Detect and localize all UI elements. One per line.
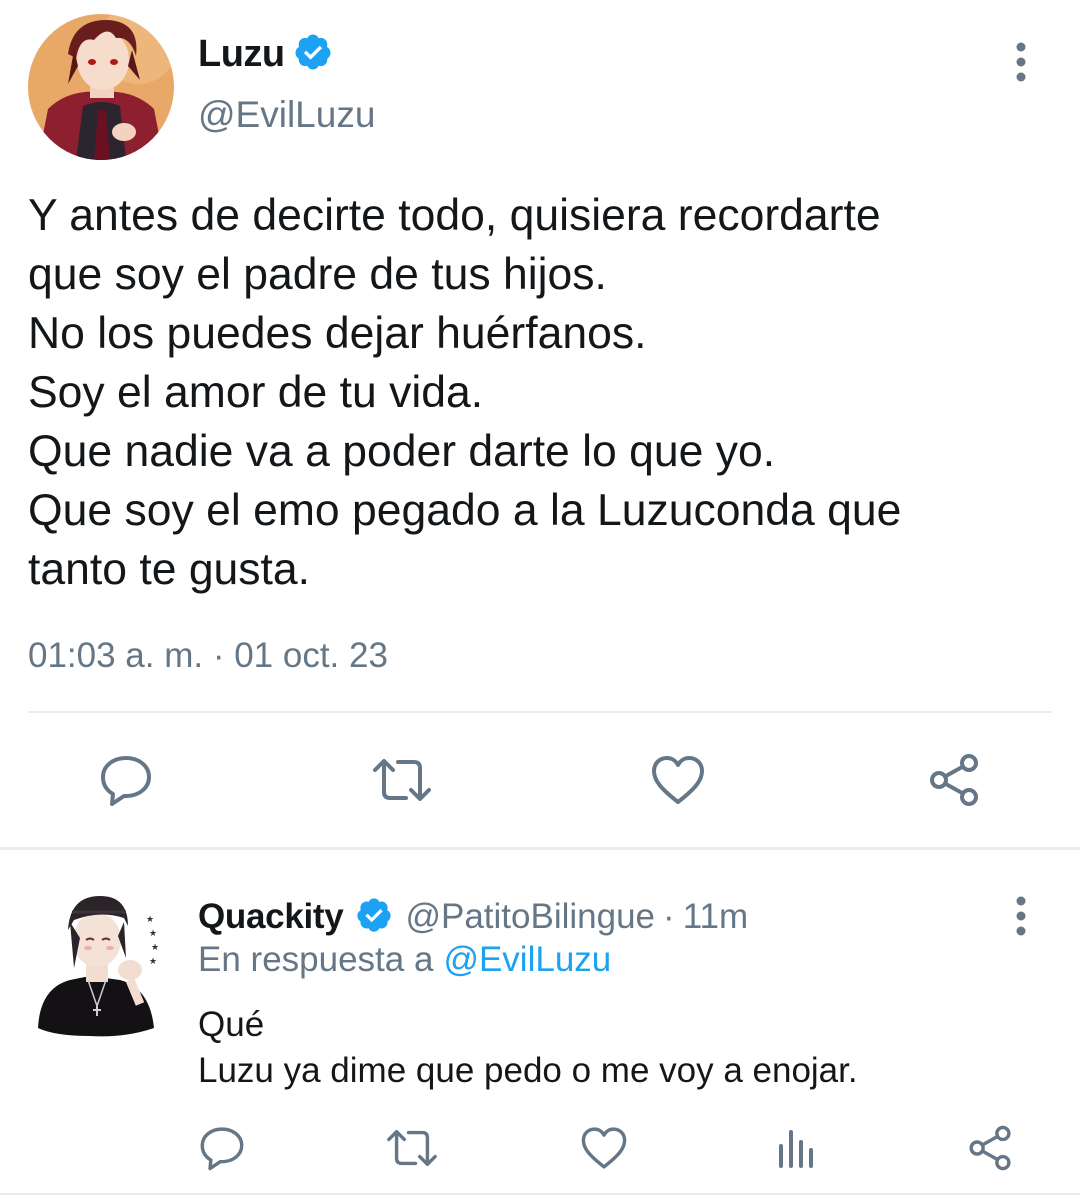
like-icon[interactable] [580, 1124, 628, 1172]
tweet-text-line: Que nadie va a poder darte lo que yo. [28, 427, 776, 476]
svg-text:★: ★ [151, 943, 159, 953]
author-display-name[interactable]: Luzu [198, 33, 285, 76]
reply-time[interactable]: 11m [683, 897, 749, 937]
reply-text: Qué Luzu ya dime que pedo o me voy a eno… [198, 1002, 858, 1094]
divider [0, 1193, 1080, 1195]
author-name-row[interactable]: Luzu [198, 28, 333, 80]
svg-text:★: ★ [146, 915, 154, 925]
tweet-timestamp[interactable]: 01:03 a. m. · 01 oct. 23 [28, 636, 388, 676]
tweet-text: Y antes de decirte todo, quisiera record… [28, 186, 1038, 599]
more-options-icon[interactable] [1004, 40, 1038, 84]
verified-badge-icon [293, 32, 333, 77]
reply-icon[interactable] [198, 1124, 246, 1172]
tweet-text-line: Que soy el emo pegado a la Luzuconda que [28, 486, 902, 535]
avatar-image [28, 14, 174, 160]
reply-text-line: Luzu ya dime que pedo o me voy a enojar. [198, 1051, 858, 1090]
share-icon[interactable] [926, 752, 982, 808]
reply-author-row[interactable]: Quackity @PatitoBilingue · 11m [198, 892, 748, 942]
replying-to: En respuesta a @EvilLuzu [198, 940, 611, 980]
reply-handle[interactable]: @PatitoBilingue [405, 897, 655, 937]
tweet-text-line: Y antes de decirte todo, quisiera record… [28, 191, 881, 240]
reply-avatar-image: ★ ★ ★ ★ [38, 896, 159, 1037]
reply-avatar[interactable]: ★ ★ ★ ★ [30, 888, 170, 1038]
retweet-icon[interactable] [386, 1124, 437, 1172]
tweet-text-line: que soy el padre de tus hijos. [28, 250, 607, 299]
tweet-text-line: No los puedes dejar huérfanos. [28, 309, 647, 358]
separator-dot: · [663, 897, 675, 936]
retweet-icon[interactable] [372, 752, 431, 808]
reply-more-options-icon[interactable] [1004, 894, 1038, 938]
tweet-text-line: tanto te gusta. [28, 545, 311, 594]
replying-to-mention[interactable]: @EvilLuzu [443, 940, 611, 979]
analytics-icon[interactable] [774, 1124, 822, 1172]
share-icon[interactable] [966, 1124, 1014, 1172]
svg-text:★: ★ [149, 957, 157, 967]
reply-icon[interactable] [98, 752, 154, 808]
reply-display-name[interactable]: Quackity [198, 897, 344, 937]
tweet-text-line: Soy el amor de tu vida. [28, 368, 484, 417]
verified-badge-icon [355, 896, 393, 939]
avatar[interactable] [28, 14, 174, 160]
replying-to-label: En respuesta a [198, 940, 434, 979]
divider [28, 711, 1052, 713]
reply-text-line: Qué [198, 1005, 265, 1044]
author-handle[interactable]: @EvilLuzu [198, 94, 375, 136]
svg-text:★: ★ [149, 929, 157, 939]
like-icon[interactable] [650, 752, 706, 808]
section-separator [0, 847, 1080, 850]
